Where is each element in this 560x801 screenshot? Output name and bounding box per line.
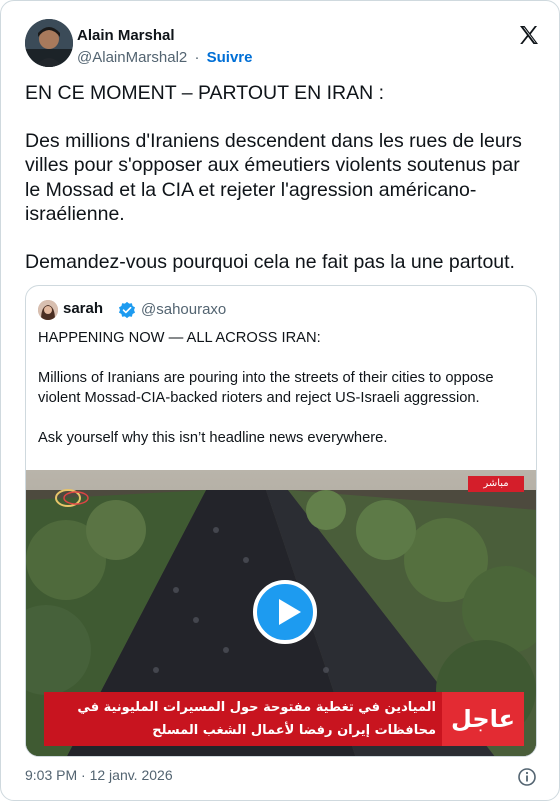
quoted-avatar[interactable] bbox=[38, 300, 58, 320]
verified-badge-icon bbox=[118, 301, 136, 319]
tweet-footer: 9:03 PM · 12 janv. 2026 bbox=[25, 767, 537, 787]
tweet-paragraph-3: Demandez-vous pourquoi cela ne fait pas … bbox=[25, 250, 515, 273]
tweet-header: Alain Marshal @AlainMarshal2 · Suivre bbox=[25, 19, 545, 69]
follow-button[interactable]: Suivre bbox=[207, 49, 253, 66]
author-name[interactable]: Alain Marshal bbox=[77, 27, 175, 44]
channel-logo-icon bbox=[54, 488, 94, 508]
quoted-paragraph-3: Ask yourself why this isn’t headline new… bbox=[38, 430, 388, 446]
author-avatar[interactable] bbox=[25, 19, 73, 67]
tweet-paragraph-2: Des millions d'Iraniens descendent dans … bbox=[25, 129, 522, 226]
video-thumbnail[interactable]: مباشر الميادين في تغطية مفتوحة حول المسي… bbox=[26, 470, 536, 756]
x-logo-icon[interactable] bbox=[517, 23, 541, 47]
tweet-card[interactable]: Alain Marshal @AlainMarshal2 · Suivre EN… bbox=[0, 0, 560, 801]
breaking-news-banner: الميادين في تغطية مفتوحة حول المسيرات ال… bbox=[44, 692, 524, 746]
play-icon[interactable] bbox=[253, 580, 317, 644]
author-handle[interactable]: @AlainMarshal2 bbox=[77, 49, 187, 66]
quoted-header: sarah @sahouraxo bbox=[38, 298, 518, 320]
quoted-line-1: HAPPENING NOW — ALL ACROSS IRAN: bbox=[38, 330, 321, 346]
quoted-author-handle[interactable]: @sahouraxo bbox=[141, 301, 226, 318]
tweet-line-1: EN CE MOMENT – PARTOUT EN IRAN : bbox=[25, 82, 385, 104]
quoted-paragraph-2: Millions of Iranians are pouring into th… bbox=[38, 370, 494, 406]
quoted-author-name[interactable]: sarah bbox=[63, 300, 103, 317]
banner-headline: الميادين في تغطية مفتوحة حول المسيرات ال… bbox=[52, 696, 436, 742]
banner-urgent-label: عاجل bbox=[442, 692, 524, 746]
quoted-tweet[interactable]: sarah @sahouraxo HAPPENING NOW — ALL ACR… bbox=[25, 285, 537, 757]
banner-line-1: الميادين في تغطية مفتوحة حول المسيرات ال… bbox=[77, 700, 436, 715]
info-icon[interactable] bbox=[517, 767, 537, 787]
live-tag: مباشر bbox=[468, 476, 524, 492]
banner-line-2: محافظات إيران رفضا لأعمال الشغب المسلح bbox=[152, 723, 436, 738]
author-meta: @AlainMarshal2 · Suivre bbox=[77, 49, 252, 66]
separator-dot: · bbox=[194, 49, 200, 66]
timestamp[interactable]: 9:03 PM · 12 janv. 2026 bbox=[25, 767, 173, 783]
quoted-body: HAPPENING NOW — ALL ACROSS IRAN: Million… bbox=[38, 328, 526, 448]
tweet-body: EN CE MOMENT – PARTOUT EN IRAN : Des mil… bbox=[25, 81, 535, 274]
